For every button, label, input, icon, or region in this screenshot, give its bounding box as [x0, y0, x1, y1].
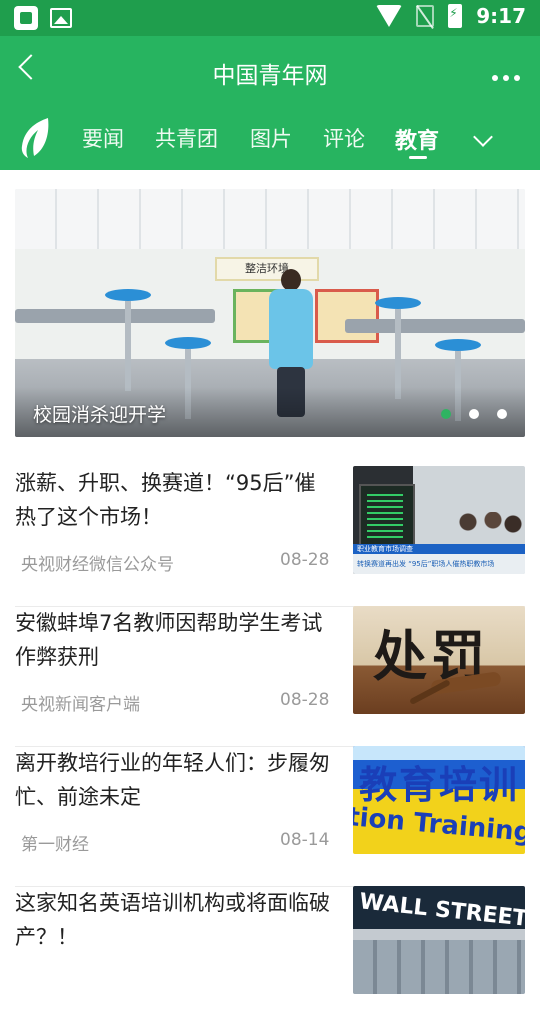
tab-yaowen[interactable]: 要闻: [82, 123, 124, 153]
no-sim-icon: [416, 5, 435, 27]
wifi-icon: [376, 5, 403, 27]
news-thumbnail: 处罚: [353, 606, 525, 714]
news-item[interactable]: 安徽蚌埠7名教师因帮助学生考试作弊获刑 央视新闻客户端 08-28 处罚: [15, 606, 525, 747]
news-title: 离开教培行业的年轻人们：步履匆忙、前途未定: [15, 751, 330, 809]
news-date: 08-28: [280, 690, 330, 710]
status-bar: 9:17: [0, 0, 540, 36]
carousel-dot[interactable]: [497, 409, 507, 419]
thumbnail-text: WALL STREET: [358, 889, 525, 932]
carousel-dot[interactable]: [469, 409, 479, 419]
banner-poster: [315, 289, 379, 343]
tab-jiaoyu[interactable]: 教育: [395, 123, 439, 155]
active-tab-indicator: [409, 156, 427, 159]
news-date: 08-14: [280, 830, 330, 850]
news-title: 涨薪、升职、换赛道！“95后”催热了这个市场！: [15, 471, 316, 529]
news-date: 08-28: [280, 550, 330, 570]
news-item[interactable]: 离开教培行业的年轻人们：步履匆忙、前途未定 第一财经 08-14 教育培训 ti…: [15, 746, 525, 887]
news-title: 这家知名英语培训机构或将面临破产？！: [15, 891, 330, 949]
tab-gongqingtuan[interactable]: 共青团: [155, 123, 218, 153]
page-title: 中国青年网: [212, 63, 328, 89]
status-time: 9:17: [476, 4, 526, 28]
expand-tabs-chevron-icon[interactable]: [473, 127, 493, 147]
thumbnail-caption-label: 职业教育市场调查: [353, 544, 525, 554]
banner-caption: 校园消杀迎开学: [33, 404, 167, 426]
news-source: 第一财经: [21, 835, 89, 855]
thumbnail-caption: 转换赛道再出发 “95后”职场人催热职教市场: [353, 554, 525, 574]
carousel-dot[interactable]: [441, 409, 451, 419]
banner-stool-leg: [125, 301, 131, 391]
news-source: 央视财经微信公众号: [21, 555, 174, 575]
banner-stool: [375, 297, 421, 309]
logo-icon: [21, 118, 49, 158]
tab-pinglun[interactable]: 评论: [323, 123, 365, 153]
banner-table: [345, 319, 525, 333]
banner-stool: [105, 289, 151, 301]
banner-stool: [165, 337, 211, 349]
carousel-indicator: [441, 409, 507, 419]
banner-carousel[interactable]: 整洁环境 校园消杀迎开学: [15, 189, 525, 437]
app-bar: 中国青年网: [0, 36, 540, 106]
news-title: 安徽蚌埠7名教师因帮助学生考试作弊获刑: [15, 611, 323, 669]
more-options-icon[interactable]: [492, 66, 526, 81]
app-notification-icon: [14, 6, 38, 30]
banner-stool-leg: [395, 309, 401, 399]
banner-stool: [435, 339, 481, 351]
news-thumbnail: 教育培训 tion Training: [353, 746, 525, 854]
news-thumbnail: WALL STREET: [353, 886, 525, 994]
tab-tupian[interactable]: 图片: [250, 123, 292, 153]
news-item[interactable]: 涨薪、升职、换赛道！“95后”催热了这个市场！ 央视财经微信公众号 08-28 …: [15, 466, 525, 607]
news-item[interactable]: 这家知名英语培训机构或将面临破产？！ WALL STREET: [15, 886, 525, 1026]
banner-ceiling: [15, 189, 525, 249]
news-source: 央视新闻客户端: [21, 695, 140, 715]
battery-charging-icon: [448, 4, 463, 28]
news-thumbnail: 职业教育市场调查 转换赛道再出发 “95后”职场人催热职教市场: [353, 466, 525, 574]
thumbnail-text: 教育培训: [359, 763, 520, 807]
image-notification-icon: [50, 8, 72, 28]
banner-table: [15, 309, 215, 323]
category-tabs: 要闻 共青团 图片 评论 教育: [0, 106, 540, 170]
